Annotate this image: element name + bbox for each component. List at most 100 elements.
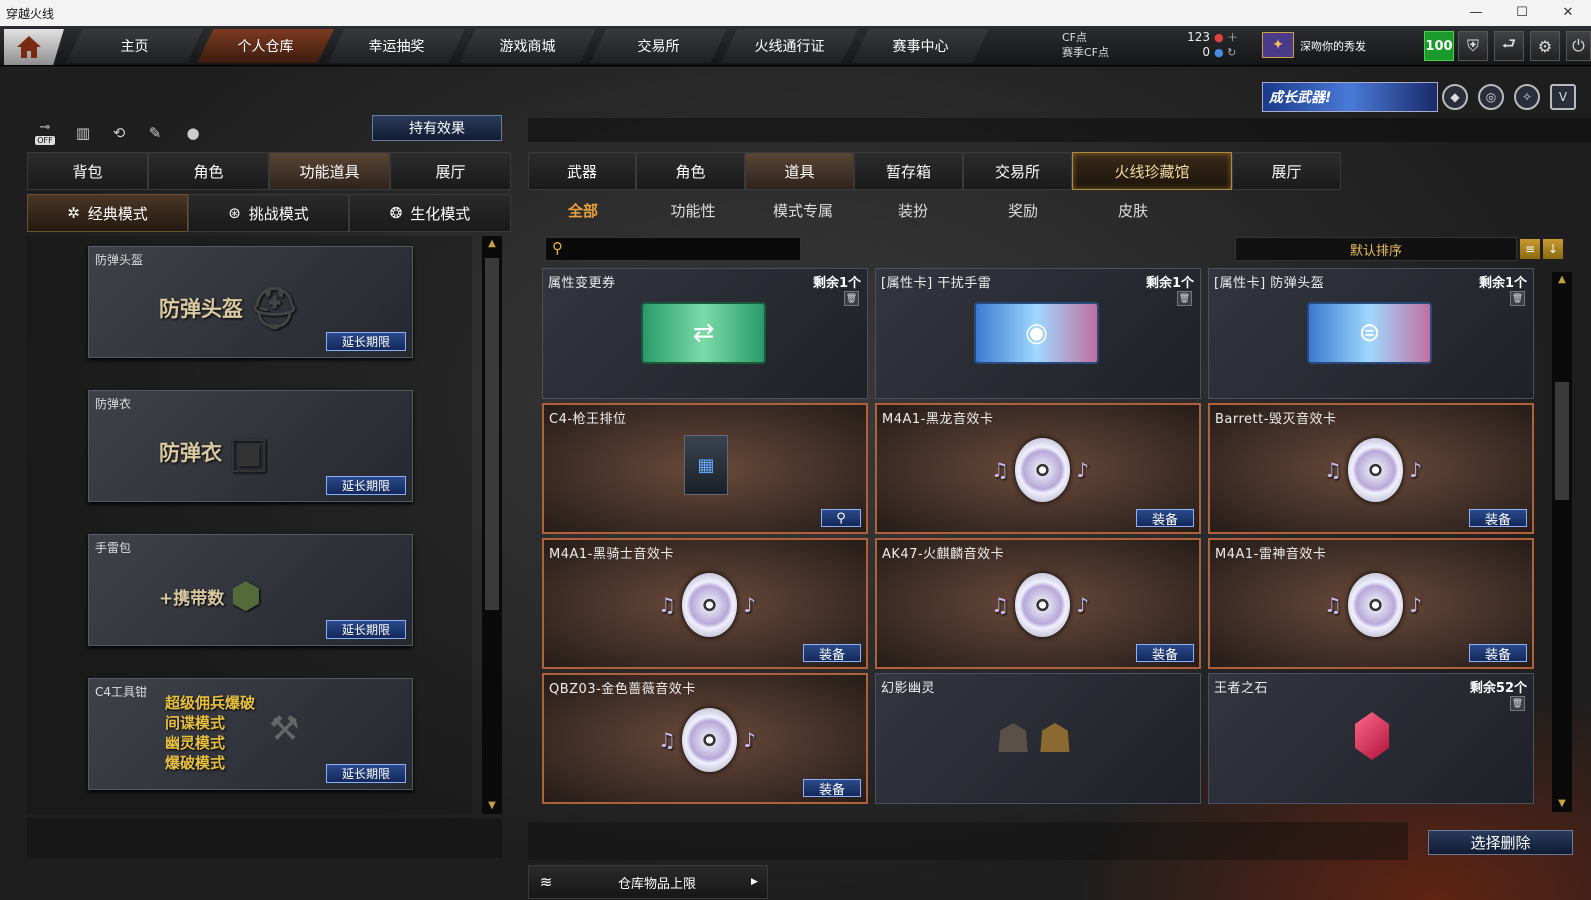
banner-text: 成长武器! xyxy=(1269,90,1332,106)
subtab-mode-exclusive[interactable]: 模式专属 xyxy=(748,200,858,222)
tab-characters[interactable]: 角色 xyxy=(636,152,745,190)
tab-items[interactable]: 道具 xyxy=(745,152,854,190)
add-cf-icon[interactable]: ＋ xyxy=(1227,31,1238,44)
settings-button[interactable]: ⚙ xyxy=(1530,31,1560,61)
mode-zombie[interactable]: ❂ 生化模式 xyxy=(349,194,511,232)
grenade-button[interactable]: ● xyxy=(178,118,208,148)
trash-icon[interactable]: 🗑 xyxy=(1177,291,1192,306)
tab-collection[interactable]: 火线珍藏馆 xyxy=(1072,152,1232,190)
item-card[interactable]: 王者之石 剩余52个 🗑 xyxy=(1208,673,1534,804)
item-card[interactable]: M4A1-黑骑士音效卡 ♫ ♪ 装备 xyxy=(542,538,868,669)
scroll-thumb[interactable] xyxy=(485,258,499,610)
nav-exchange[interactable]: 交易所 xyxy=(590,29,727,63)
list-item[interactable]: 手雷包 +携带数 ⬢ 延长期限 xyxy=(88,534,413,646)
left-scrollbar[interactable]: ▲ ▼ xyxy=(482,236,502,814)
user-emblem[interactable]: ✦ xyxy=(1262,32,1294,58)
switch-button[interactable]: ⮐ xyxy=(1494,31,1524,61)
subtab-rewards[interactable]: 奖励 xyxy=(968,200,1078,222)
scroll-down-icon[interactable]: ▼ xyxy=(1555,798,1569,810)
equip-button[interactable]: 装备 xyxy=(803,644,861,663)
subtab-functional[interactable]: 功能性 xyxy=(638,200,748,222)
sword-icon[interactable]: ✧ xyxy=(1514,84,1540,110)
subtab-all[interactable]: 全部 xyxy=(528,200,638,222)
storage-limit-bar[interactable]: ≋ 仓库物品上限 ▶ xyxy=(528,865,768,899)
tab-weapons[interactable]: 武器 xyxy=(528,152,636,190)
stats-button[interactable]: ▥ xyxy=(68,118,98,148)
refresh-icon[interactable]: ↻ xyxy=(1227,46,1236,59)
list-item[interactable]: 防弹衣 防弹衣 ▣ 延长期限 xyxy=(88,390,413,502)
left-tabs: 背包 角色 功能道具 展厅 xyxy=(27,152,511,190)
equip-button[interactable]: 装备 xyxy=(1136,644,1194,663)
list-view-button[interactable]: ≡ xyxy=(1520,239,1540,259)
extend-button[interactable]: 延长期限 xyxy=(326,620,406,639)
maximize-button[interactable]: ☐ xyxy=(1499,0,1545,26)
scroll-up-icon[interactable]: ▲ xyxy=(1555,274,1569,286)
subtab-appearance[interactable]: 装扮 xyxy=(858,200,968,222)
right-scrollbar[interactable]: ▲ ▼ xyxy=(1552,272,1572,812)
scroll-thumb[interactable] xyxy=(1555,382,1569,500)
tab-showroom[interactable]: 展厅 xyxy=(390,152,511,190)
extend-button[interactable]: 延长期限 xyxy=(326,764,406,783)
list-icon: ≡ xyxy=(1524,242,1536,256)
select-delete-button[interactable]: 选择删除 xyxy=(1428,830,1573,855)
item-card[interactable]: QBZ03-金色蔷薇音效卡 ♫ ♪ 装备 xyxy=(542,673,868,804)
nav-personal-storage[interactable]: 个人仓库 xyxy=(197,29,334,63)
extend-button[interactable]: 延长期限 xyxy=(326,476,406,495)
mode-challenge[interactable]: ⊛ 挑战模式 xyxy=(188,194,349,232)
nav-tournament[interactable]: 赛事中心 xyxy=(852,29,989,63)
item-card[interactable]: 幻影幽灵 ☗ ☗ xyxy=(875,673,1201,804)
item-title: 防弹衣 xyxy=(95,397,132,411)
search-input[interactable]: ⚲ xyxy=(545,237,801,261)
subtab-skins[interactable]: 皮肤 xyxy=(1078,200,1188,222)
tab-backpack[interactable]: 背包 xyxy=(27,152,148,190)
shield-button[interactable]: ⛨ xyxy=(1458,31,1488,61)
mode-classic-label: 经典模式 xyxy=(87,204,148,223)
item-card[interactable]: M4A1-雷神音效卡 ♫ ♪ 装备 xyxy=(1208,538,1534,669)
nav-home[interactable]: 主页 xyxy=(66,29,203,63)
item-card[interactable]: [属性卡] 防弹头盔 剩余1个 🗑 ⊜ xyxy=(1208,268,1534,399)
bar-chart-icon: ▥ xyxy=(75,124,91,142)
nav-lucky-draw[interactable]: 幸运抽奖 xyxy=(328,29,465,63)
equip-button[interactable]: 装备 xyxy=(1469,509,1527,528)
tab-stash[interactable]: 暂存箱 xyxy=(854,152,963,190)
minimize-button[interactable]: — xyxy=(1453,0,1499,26)
trash-icon[interactable]: 🗑 xyxy=(1510,696,1525,711)
equip-button[interactable]: 装备 xyxy=(1136,509,1194,528)
item-card[interactable]: M4A1-黑龙音效卡 ♫ ♪ 装备 xyxy=(875,403,1201,534)
equip-button[interactable]: 装备 xyxy=(1469,644,1527,663)
badge-icon-1[interactable]: ◆ xyxy=(1442,84,1468,110)
close-button[interactable]: ✕ xyxy=(1545,0,1591,26)
scroll-down-icon[interactable]: ▼ xyxy=(485,800,499,812)
list-item[interactable]: 防弹头盔 防弹头盔 ⛑ 延长期限 xyxy=(88,246,413,358)
toggle-off-button[interactable]: ⊸ OFF xyxy=(30,118,60,148)
equip-button[interactable]: 装备 xyxy=(803,779,861,798)
history-button[interactable]: ⟲ xyxy=(104,118,134,148)
item-card[interactable]: Barrett-毁灭音效卡 ♫ ♪ 装备 xyxy=(1208,403,1534,534)
sort-order-button[interactable]: ↓ xyxy=(1543,239,1563,259)
sort-dropdown[interactable]: 默认排序 xyxy=(1235,237,1517,261)
mode-classic[interactable]: ✲ 经典模式 xyxy=(27,194,188,232)
target-icon[interactable]: ◎ xyxy=(1478,84,1504,110)
trash-icon[interactable]: 🗑 xyxy=(1510,291,1525,306)
nav-game-mall[interactable]: 游戏商城 xyxy=(459,29,596,63)
home-button[interactable] xyxy=(4,29,64,65)
tab-character[interactable]: 角色 xyxy=(148,152,269,190)
nav-battle-pass[interactable]: 火线通行证 xyxy=(721,29,858,63)
tab-exchange[interactable]: 交易所 xyxy=(963,152,1072,190)
item-card[interactable]: C4-枪王排位 ▦ ⚲ xyxy=(542,403,868,534)
v-emblem-icon[interactable]: V xyxy=(1550,84,1576,110)
repair-button[interactable]: ✎ xyxy=(140,118,170,148)
item-card[interactable]: [属性卡] 干扰手雷 剩余1个 🗑 ◉ xyxy=(875,268,1201,399)
power-button[interactable]: ⏻ xyxy=(1566,31,1591,61)
tab-functional-items[interactable]: 功能道具 xyxy=(269,152,390,190)
trash-icon[interactable]: 🗑 xyxy=(844,291,859,306)
item-card[interactable]: AK47-火麒麟音效卡 ♫ ♪ 装备 xyxy=(875,538,1201,669)
item-card[interactable]: 属性变更券 剩余1个 🗑 ⇄ xyxy=(542,268,868,399)
growth-weapon-banner[interactable]: 成长武器! xyxy=(1262,82,1438,112)
holding-effect-button[interactable]: 持有效果 xyxy=(372,115,502,141)
inspect-button[interactable]: ⚲ xyxy=(821,509,861,527)
extend-button[interactable]: 延长期限 xyxy=(326,332,406,351)
scroll-up-icon[interactable]: ▲ xyxy=(485,238,499,250)
list-item[interactable]: C4工具钳 超级佣兵爆破 间谍模式 幽灵模式 爆破模式 ⚒ 延长期限 xyxy=(88,678,413,790)
tab-hall[interactable]: 展厅 xyxy=(1232,152,1341,190)
